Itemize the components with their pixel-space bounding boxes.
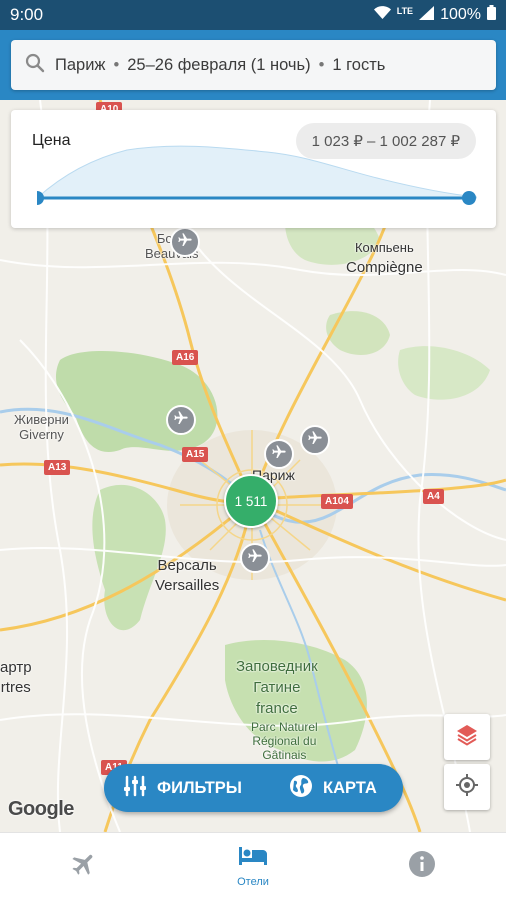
search-separator: •: [113, 55, 120, 74]
road-badge-a13: A13: [44, 460, 71, 475]
search-separator: •: [318, 55, 325, 74]
airport-marker-le-bourget[interactable]: [264, 439, 294, 469]
battery-icon: [487, 5, 496, 25]
plane-icon: [177, 232, 193, 253]
map-label-compiegne: Компьень Compiègne: [346, 240, 423, 276]
search-guests: 1 гость: [332, 55, 386, 74]
road-badge-a15: A15: [182, 447, 209, 462]
search-dates: 25–26 февраля (1 ночь): [127, 55, 311, 74]
google-attribution: Google: [8, 798, 74, 821]
price-min-handle-target[interactable]: [28, 188, 48, 208]
map-label-gatinais: Заповедник Гатине france: [236, 658, 318, 717]
price-label: Цена: [32, 132, 71, 149]
globe-icon: [289, 774, 313, 803]
nav-hotels[interactable]: Отели: [169, 833, 338, 900]
locate-icon: [455, 773, 479, 802]
status-bar: 9:00 LTE 100%: [0, 0, 506, 30]
map-label-giverny: Живерни Giverny: [14, 412, 69, 442]
battery-level: 100%: [440, 6, 481, 23]
info-icon: [408, 850, 436, 883]
price-range-chip: 1 023 ₽ – 1 002 287 ₽: [295, 123, 476, 159]
bottom-navigation: Отели: [0, 832, 506, 900]
airport-marker-cdg[interactable]: [300, 425, 330, 455]
price-max-handle-target[interactable]: [460, 188, 480, 208]
airport-marker-beauvais[interactable]: [170, 227, 200, 257]
map-layers-button[interactable]: [444, 714, 490, 760]
nav-flights[interactable]: [0, 833, 169, 900]
search-icon: [25, 53, 55, 78]
signal-icon: [419, 5, 435, 25]
airport-marker-orly[interactable]: [240, 543, 270, 573]
map-label-chartres: артр rtres: [0, 659, 32, 696]
nav-info[interactable]: [337, 833, 506, 900]
hotels-bed-icon: [238, 845, 268, 872]
price-filter-card: Цена 1 023 ₽ – 1 002 287 ₽: [11, 110, 496, 228]
map-label-versailles: Версаль Versailles: [155, 557, 220, 594]
plane-icon: [173, 410, 189, 431]
flights-icon: [70, 850, 98, 883]
filter-sliders-icon: [123, 775, 147, 802]
airport-marker-giverny[interactable]: [166, 405, 196, 435]
filters-button[interactable]: ФИЛЬТРЫ: [104, 764, 269, 812]
google-logo-text: Google: [8, 798, 74, 820]
map-label: КАРТА: [323, 778, 377, 797]
filters-label: ФИЛЬТРЫ: [157, 778, 242, 797]
layers-icon: [455, 723, 479, 752]
wifi-icon: [373, 6, 391, 24]
status-time: 9:00: [10, 5, 44, 24]
plane-icon: [307, 430, 323, 451]
map-label-gatinais-park: Parc Naturel Régional du Gâtinais: [251, 720, 318, 762]
filters-map-toggle: ФИЛЬТРЫ КАРТА: [104, 764, 403, 812]
search-bar[interactable]: Париж • 25–26 февраля (1 ночь) • 1 гость: [11, 40, 496, 90]
nav-hotels-label: Отели: [237, 876, 269, 888]
plane-icon: [247, 548, 263, 569]
road-badge-a104: A104: [321, 494, 353, 509]
network-type: LTE: [396, 6, 414, 16]
plane-icon: [271, 444, 287, 465]
my-location-button[interactable]: [444, 764, 490, 810]
hotel-cluster-marker[interactable]: 1 511: [224, 474, 278, 528]
road-badge-a4: A4: [423, 489, 444, 504]
road-badge-a16: A16: [172, 350, 199, 365]
search-city: Париж: [55, 55, 106, 74]
status-indicators: LTE 100%: [373, 5, 496, 25]
map-button[interactable]: КАРТА: [269, 764, 377, 812]
